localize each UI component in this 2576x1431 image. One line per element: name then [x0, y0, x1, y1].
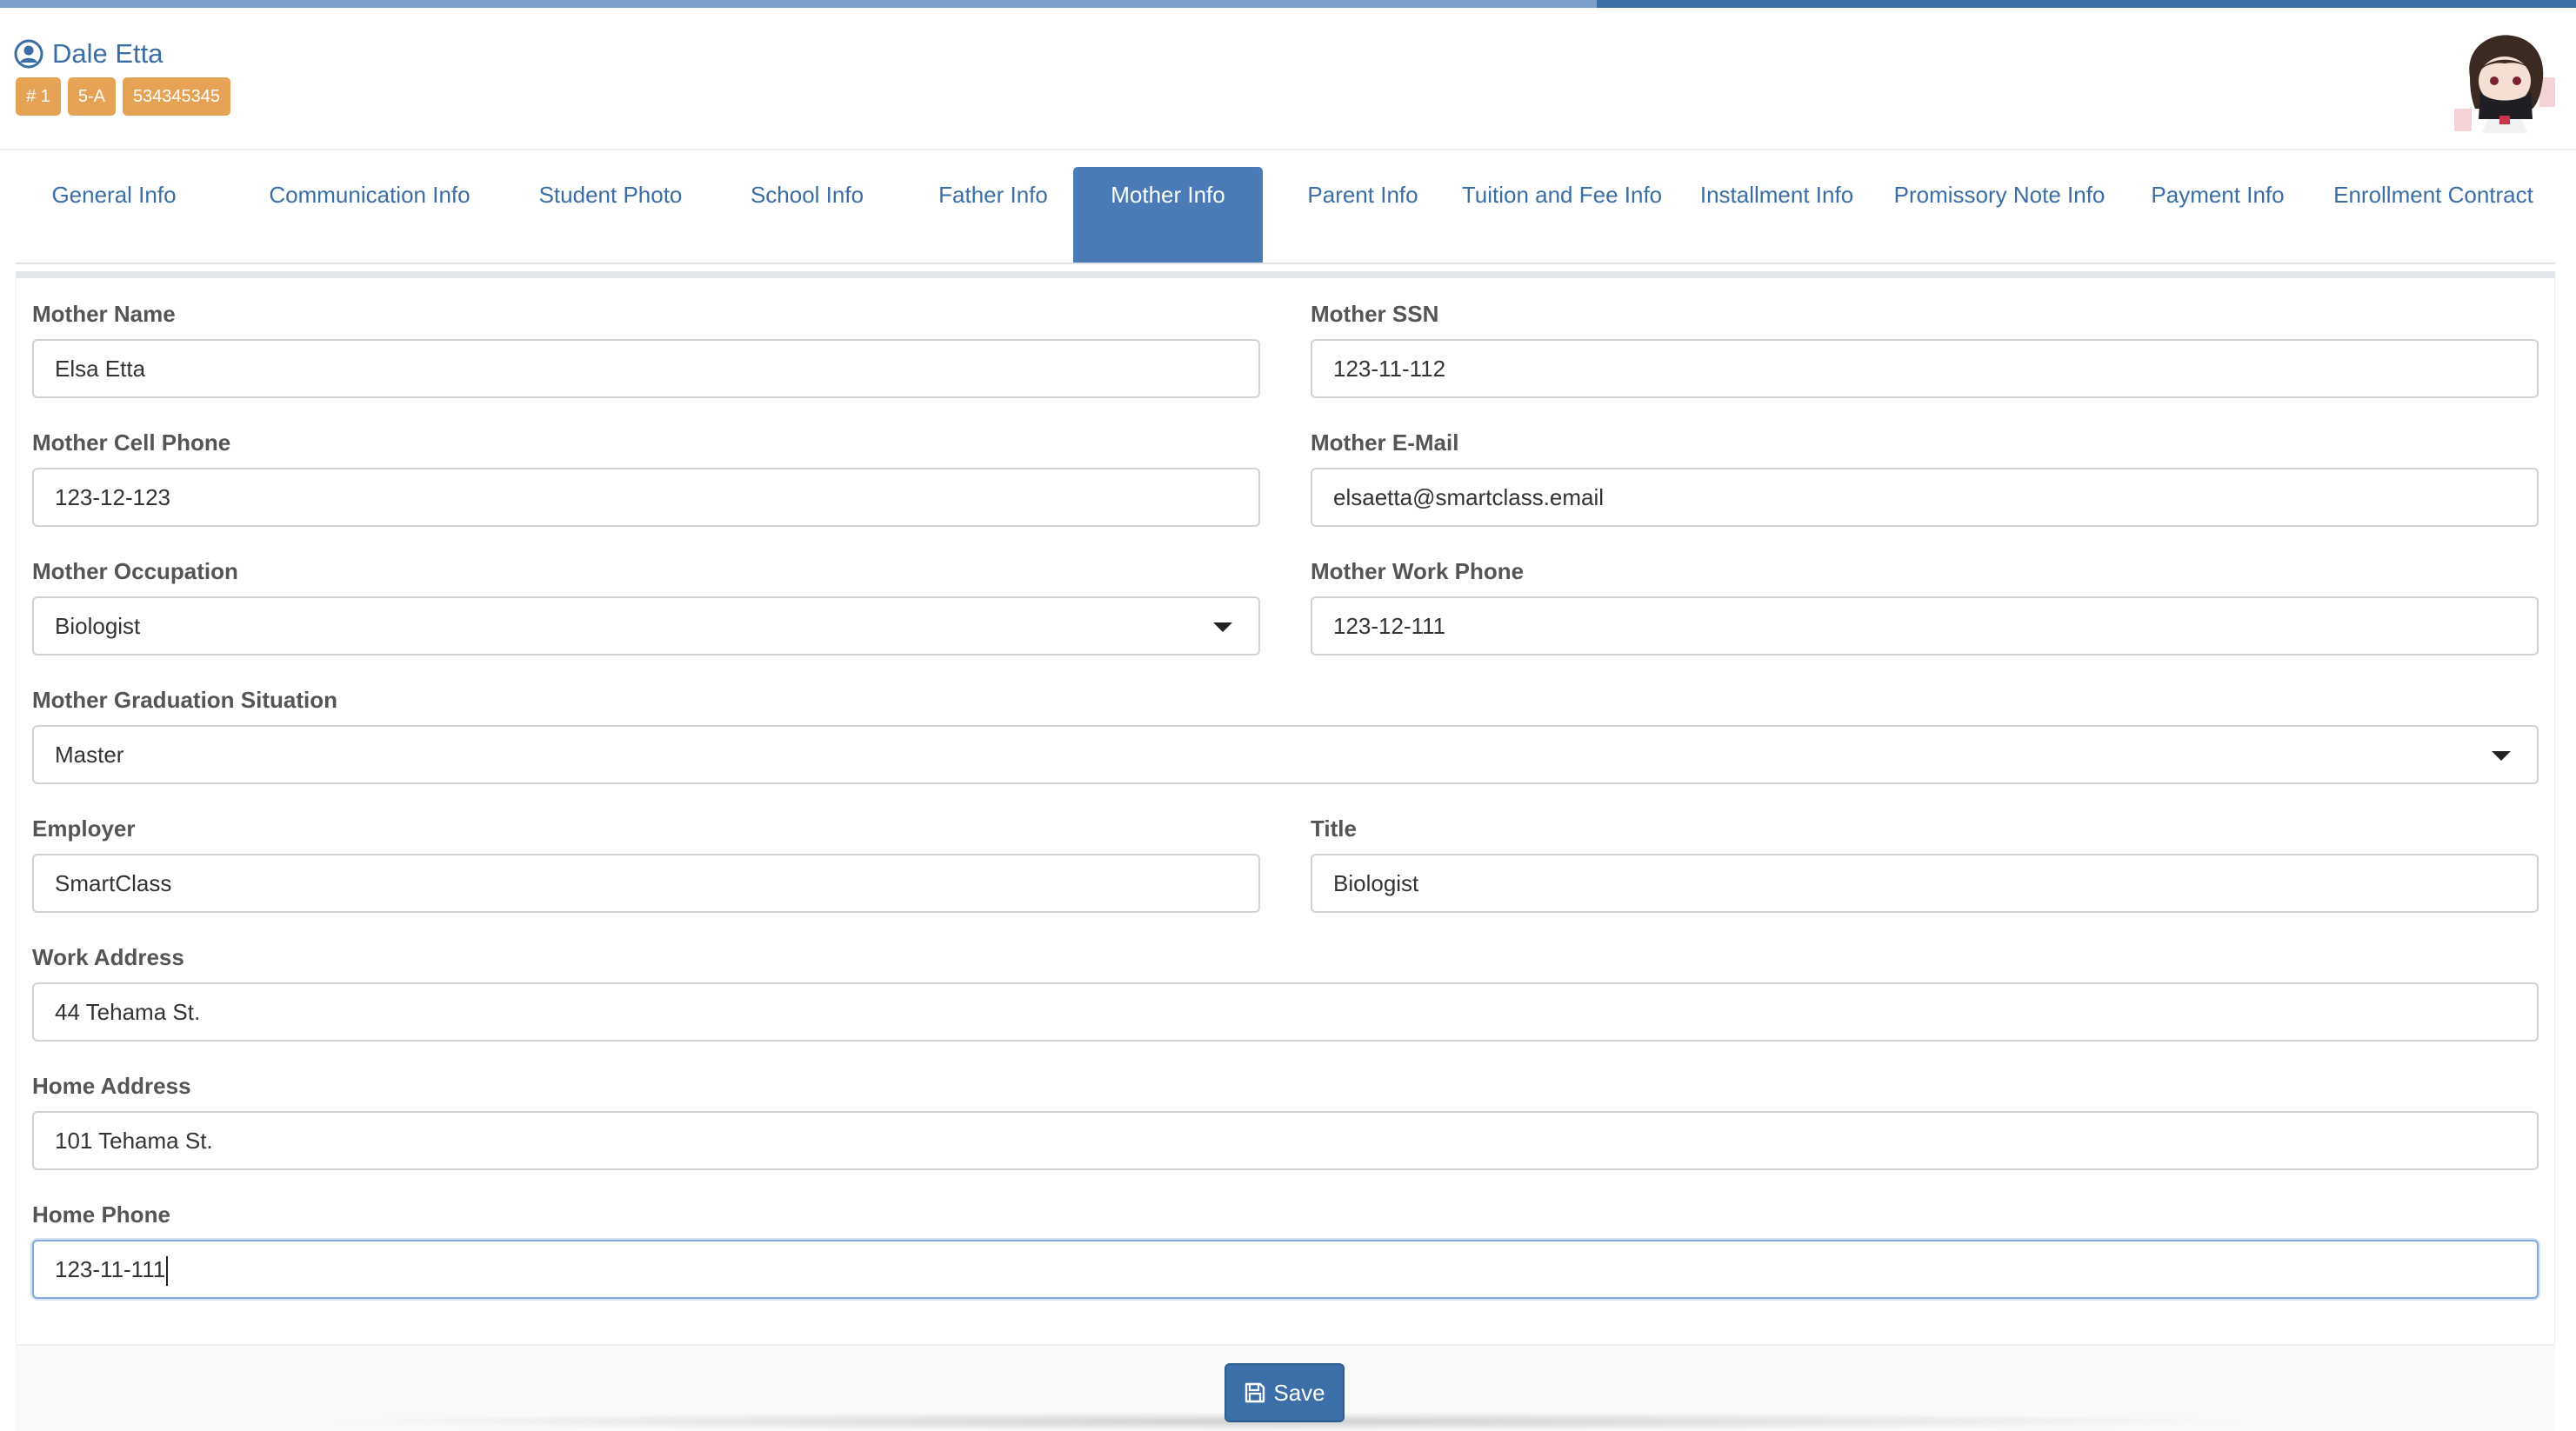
mother-occupation-select[interactable]: Biologist — [32, 596, 1260, 656]
tab-tuition-and-fee-info[interactable]: Tuition and Fee Info — [1459, 167, 1665, 263]
home-phone-group: Home Phone 123-11-111 — [32, 1200, 2539, 1299]
tab-mother-info[interactable]: Mother Info — [1073, 167, 1263, 263]
mother-name-group: Mother Name Elsa Etta — [32, 299, 1260, 398]
tab-father-info[interactable]: Father Info — [906, 167, 1080, 263]
home-phone-input[interactable]: 123-11-111 — [32, 1240, 2539, 1299]
tab-parent-info[interactable]: Parent Info — [1273, 167, 1452, 263]
tab-communication-info[interactable]: Communication Info — [233, 167, 506, 263]
student-avatar — [2449, 25, 2560, 136]
home-address-input[interactable]: 101 Tehama St. — [32, 1111, 2539, 1170]
tab-content-divider — [16, 271, 2555, 278]
employer-group: Employer SmartClass — [32, 814, 1260, 913]
home-phone-value: 123-11-111 — [55, 1256, 166, 1282]
work-address-label: Work Address — [32, 944, 184, 970]
page-progress-bar — [0, 0, 2576, 8]
title-group: Title Biologist — [1311, 814, 2539, 913]
tab-enrollment-contract[interactable]: Enrollment Contract — [2312, 167, 2555, 263]
mother-name-label: Mother Name — [32, 301, 176, 327]
progress-fill — [0, 0, 1597, 8]
mother-occupation-label: Mother Occupation — [32, 558, 238, 584]
save-button-label: Save — [1273, 1379, 1325, 1406]
mother-email-group: Mother E-Mail elsaetta@smartclass.email — [1311, 428, 2539, 527]
work-address-input[interactable]: 44 Tehama St. — [32, 982, 2539, 1042]
mother-email-label: Mother E-Mail — [1311, 429, 1459, 456]
save-button[interactable]: Save — [1225, 1363, 1345, 1422]
student-header: Dale Etta # 1 5-A 534345345 — [0, 8, 2576, 150]
floppy-disk-icon — [1245, 1382, 1265, 1403]
home-address-group: Home Address 101 Tehama St. — [32, 1071, 2539, 1170]
student-name-link[interactable]: Dale Etta — [14, 30, 164, 77]
employer-label: Employer — [32, 815, 136, 842]
tab-promissory-note-info[interactable]: Promissory Note Info — [1882, 167, 2117, 263]
mother-occupation-group: Mother Occupation Biologist — [32, 556, 1260, 656]
tab-school-info[interactable]: School Info — [718, 167, 896, 263]
mother-graduation-select[interactable]: Master — [32, 725, 2539, 784]
tab-general-info[interactable]: General Info — [16, 167, 212, 263]
mother-graduation-label: Mother Graduation Situation — [32, 687, 337, 713]
tab-student-photo[interactable]: Student Photo — [510, 167, 711, 263]
title-label: Title — [1311, 815, 1357, 842]
text-caret — [166, 1256, 169, 1287]
student-id-badge: 534345345 — [122, 77, 231, 116]
tab-payment-info[interactable]: Payment Info — [2126, 167, 2310, 263]
mother-work-phone-label: Mother Work Phone — [1311, 558, 1525, 584]
work-address-group: Work Address 44 Tehama St. — [32, 942, 2539, 1042]
mother-cell-phone-label: Mother Cell Phone — [32, 429, 231, 456]
home-address-label: Home Address — [32, 1073, 191, 1099]
chevron-down-icon — [1213, 622, 1232, 632]
mother-name-input[interactable]: Elsa Etta — [32, 339, 1260, 398]
user-circle-icon — [14, 39, 43, 69]
employer-input[interactable]: SmartClass — [32, 854, 1260, 913]
tab-installment-info[interactable]: Installment Info — [1672, 167, 1882, 263]
mother-graduation-value: Master — [55, 742, 124, 768]
mother-email-input[interactable]: elsaetta@smartclass.email — [1311, 468, 2539, 527]
class-badge: 5-A — [67, 77, 116, 116]
chevron-down-icon — [2492, 751, 2511, 761]
mother-ssn-label: Mother SSN — [1311, 301, 1439, 327]
mother-work-phone-input[interactable]: 123-12-111 — [1311, 596, 2539, 656]
student-badges: # 1 5-A 534345345 — [16, 77, 231, 116]
student-name: Dale Etta — [52, 38, 164, 69]
home-phone-label: Home Phone — [32, 1201, 170, 1228]
mother-cell-phone-input[interactable]: 123-12-123 — [32, 468, 1260, 527]
mother-work-phone-group: Mother Work Phone 123-12-111 — [1311, 556, 2539, 656]
section-tabs: General Info Communication Info Student … — [16, 167, 2555, 264]
mother-cell-phone-group: Mother Cell Phone 123-12-123 — [32, 428, 1260, 527]
mother-ssn-input[interactable]: 123-11-112 — [1311, 339, 2539, 398]
student-number-badge: # 1 — [16, 77, 61, 116]
mother-graduation-group: Mother Graduation Situation Master — [32, 685, 2539, 784]
title-input[interactable]: Biologist — [1311, 854, 2539, 913]
mother-ssn-group: Mother SSN 123-11-112 — [1311, 299, 2539, 398]
mother-occupation-value: Biologist — [55, 613, 141, 639]
